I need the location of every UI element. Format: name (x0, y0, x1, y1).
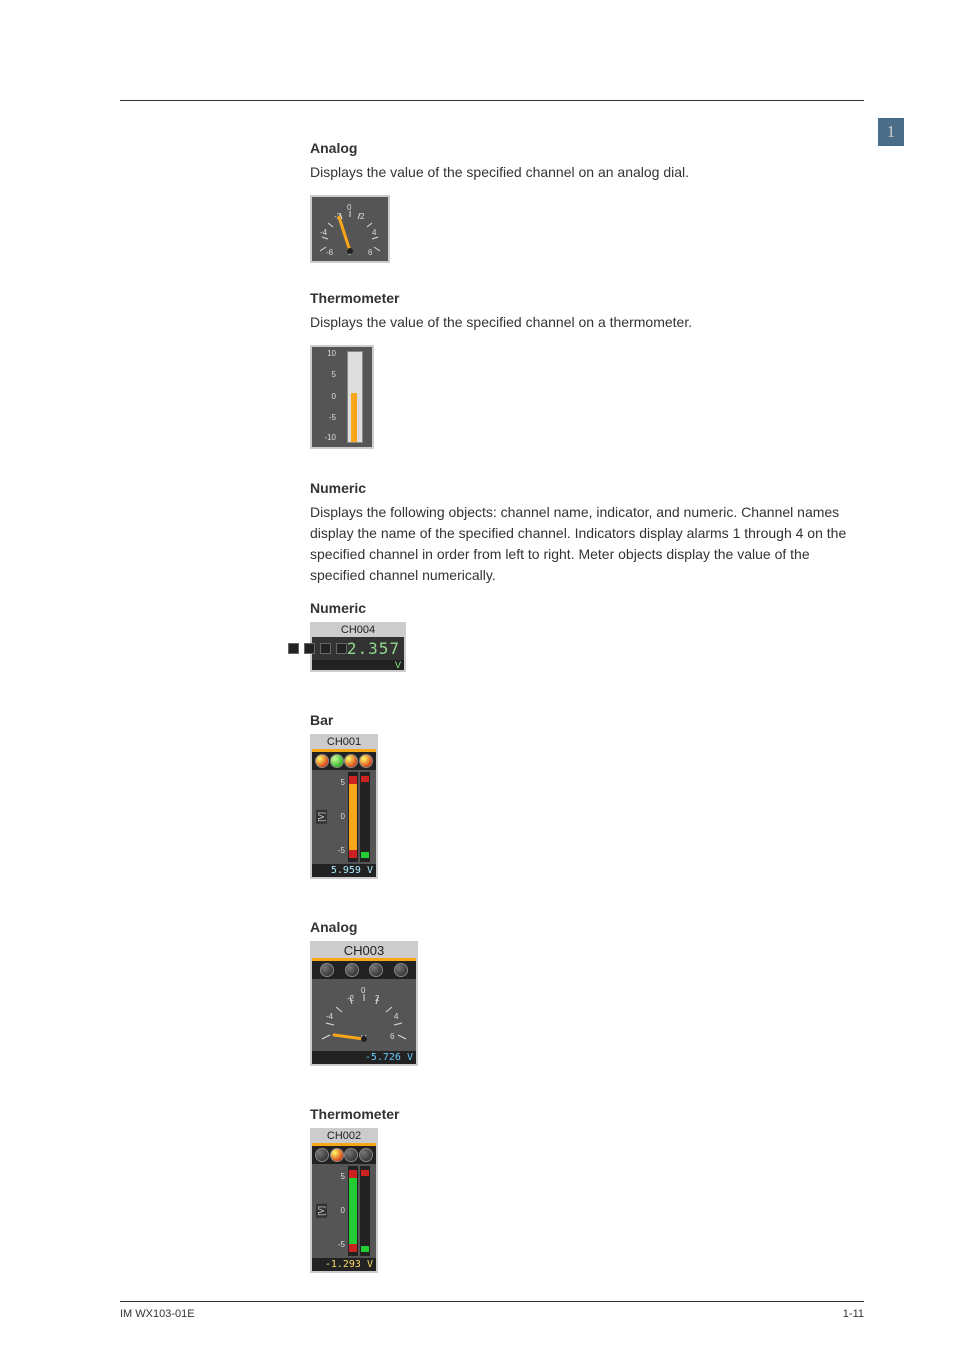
dial-panel-figure: CH003 0 -2 2 -4 4 6 V (310, 941, 418, 1066)
numeric-panel-figure: CH004 2.357 V (310, 622, 406, 672)
numeric-sub: Numeric (310, 600, 864, 616)
alarm-lamp-4 (359, 754, 373, 768)
svg-text:6: 6 (390, 1032, 395, 1041)
alarm-lamp-3 (344, 754, 358, 768)
section-number: 1 (887, 122, 896, 142)
svg-text:0: 0 (361, 986, 366, 995)
svg-text:4: 4 (372, 228, 377, 237)
thermo-panel-figure: CH002 [V] 5 0 -5 -1.293 V (310, 1128, 378, 1273)
svg-text:4: 4 (394, 1012, 399, 1021)
analog-alarm-heading: Analog (310, 919, 864, 935)
svg-text:2: 2 (375, 994, 380, 1003)
svg-text:6: 6 (368, 248, 373, 257)
analog-heading: Analog (310, 140, 864, 156)
numeric-desc: Displays the following objects: channel … (310, 502, 864, 586)
alarm-lamp-1 (315, 754, 329, 768)
svg-text:2: 2 (360, 212, 365, 221)
thermometer-figure: 10 5 0 -5 -10 (310, 345, 374, 449)
unit-label: V (312, 660, 404, 670)
footer-doc-id: IM WX103-01E (120, 1308, 195, 1320)
lcd-value: 2.357 (347, 639, 400, 658)
svg-text:-4: -4 (320, 228, 328, 237)
header-rule (120, 100, 864, 101)
thermo-heading: Thermometer (310, 290, 864, 306)
bar-panel-figure: CH001 [V] 5 0 -5 5.959 V (310, 734, 378, 879)
svg-text:-4: -4 (326, 1012, 334, 1021)
svg-text:0: 0 (347, 203, 352, 212)
numeric-heading: Numeric (310, 480, 864, 496)
svg-text:-2: -2 (347, 994, 355, 1003)
bar-heading: Bar (310, 712, 864, 728)
section-tab: 1 (878, 118, 904, 146)
alarm-lamp-2 (330, 754, 344, 768)
svg-text:-6: -6 (326, 248, 334, 257)
chan-title: CH004 (312, 624, 404, 637)
thermo-desc: Displays the value of the specified chan… (310, 312, 864, 333)
page-footer: IM WX103-01E 1-11 (120, 1301, 864, 1320)
analog-dial-figure: 0 -4 4 -2 2 -6 6 V (310, 195, 390, 263)
footer-page: 1-11 (843, 1308, 864, 1320)
thermometer-tube (347, 351, 363, 443)
thermo-alarm-heading: Thermometer (310, 1106, 864, 1122)
analog-desc: Displays the value of the specified chan… (310, 162, 864, 183)
